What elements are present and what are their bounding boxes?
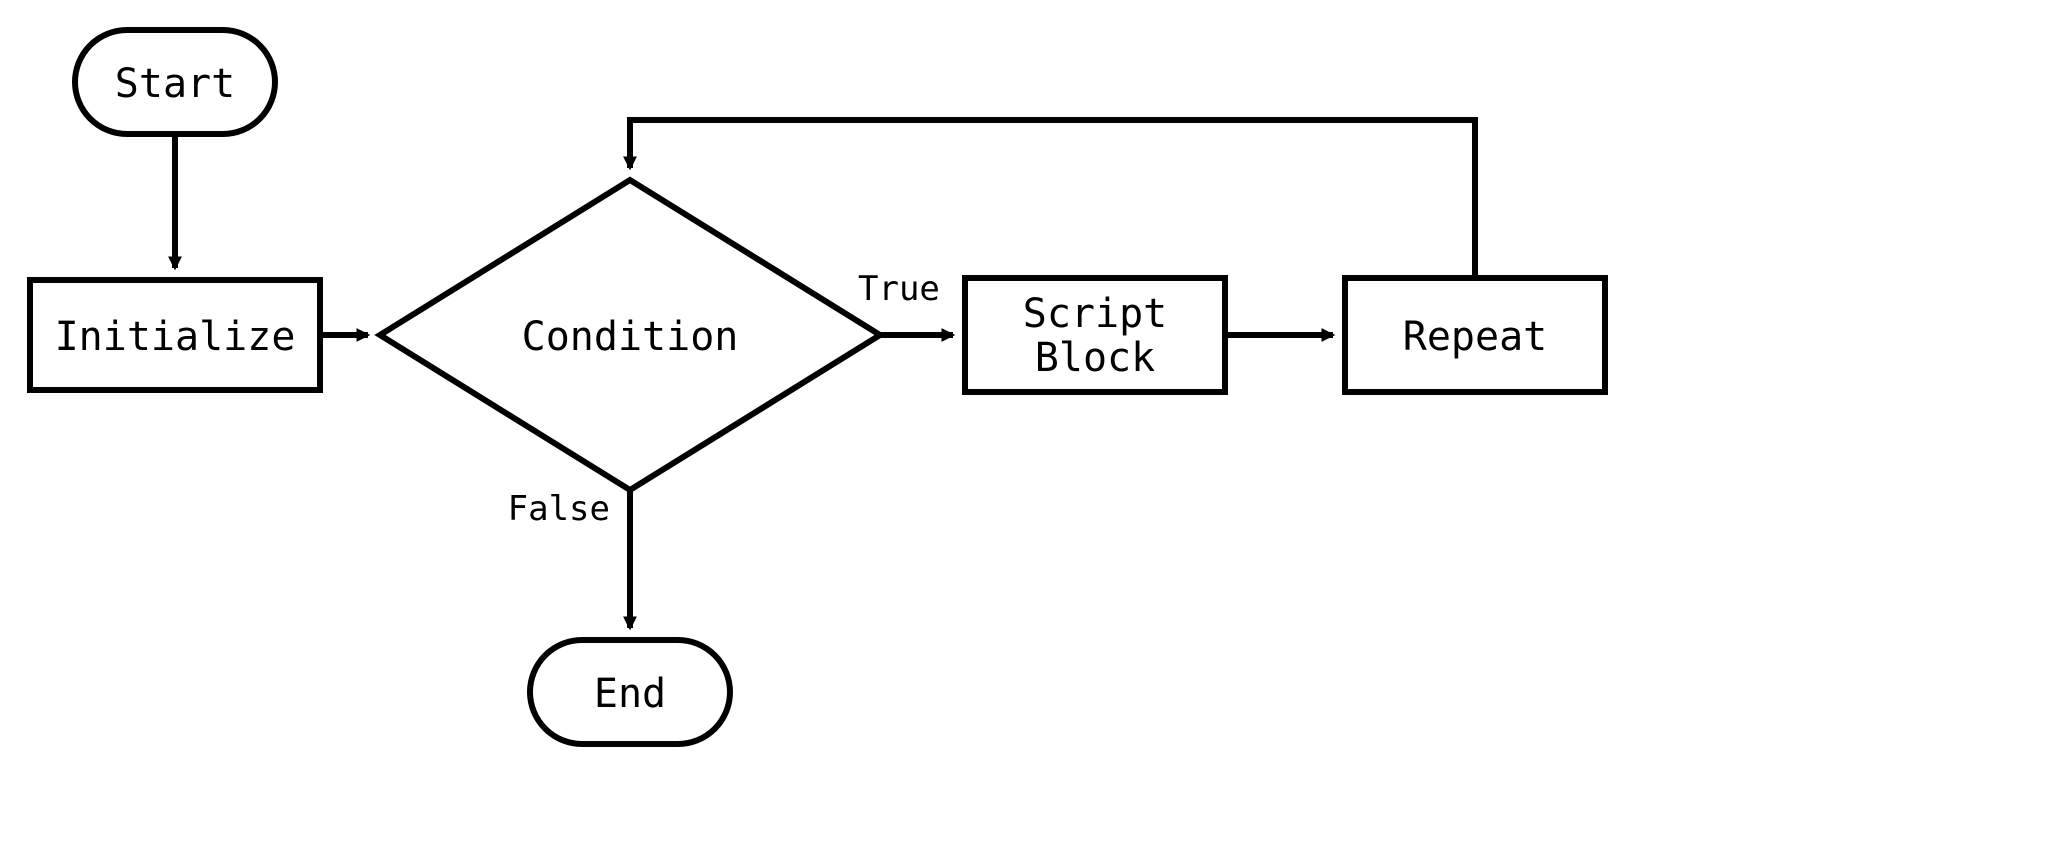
node-initialize-label: Initialize <box>55 314 296 360</box>
node-end-label: End <box>594 671 666 717</box>
node-scriptblock-line2: Block <box>1035 335 1155 381</box>
node-start-label: Start <box>115 61 235 107</box>
flowchart: Start Initialize Condition Script Block … <box>0 0 2048 842</box>
edge-condition-true-label: True <box>858 269 940 309</box>
edge-condition-false-label: False <box>508 489 610 529</box>
edge-repeat-to-condition <box>630 120 1475 278</box>
node-condition: Condition <box>380 180 880 490</box>
node-repeat: Repeat <box>1345 278 1605 392</box>
node-scriptblock-line1: Script <box>1023 291 1168 337</box>
node-repeat-label: Repeat <box>1403 314 1548 360</box>
node-end: End <box>530 640 730 744</box>
node-scriptblock: Script Block <box>965 278 1225 392</box>
node-start: Start <box>75 30 275 134</box>
node-condition-label: Condition <box>522 314 739 360</box>
node-initialize: Initialize <box>30 280 320 390</box>
